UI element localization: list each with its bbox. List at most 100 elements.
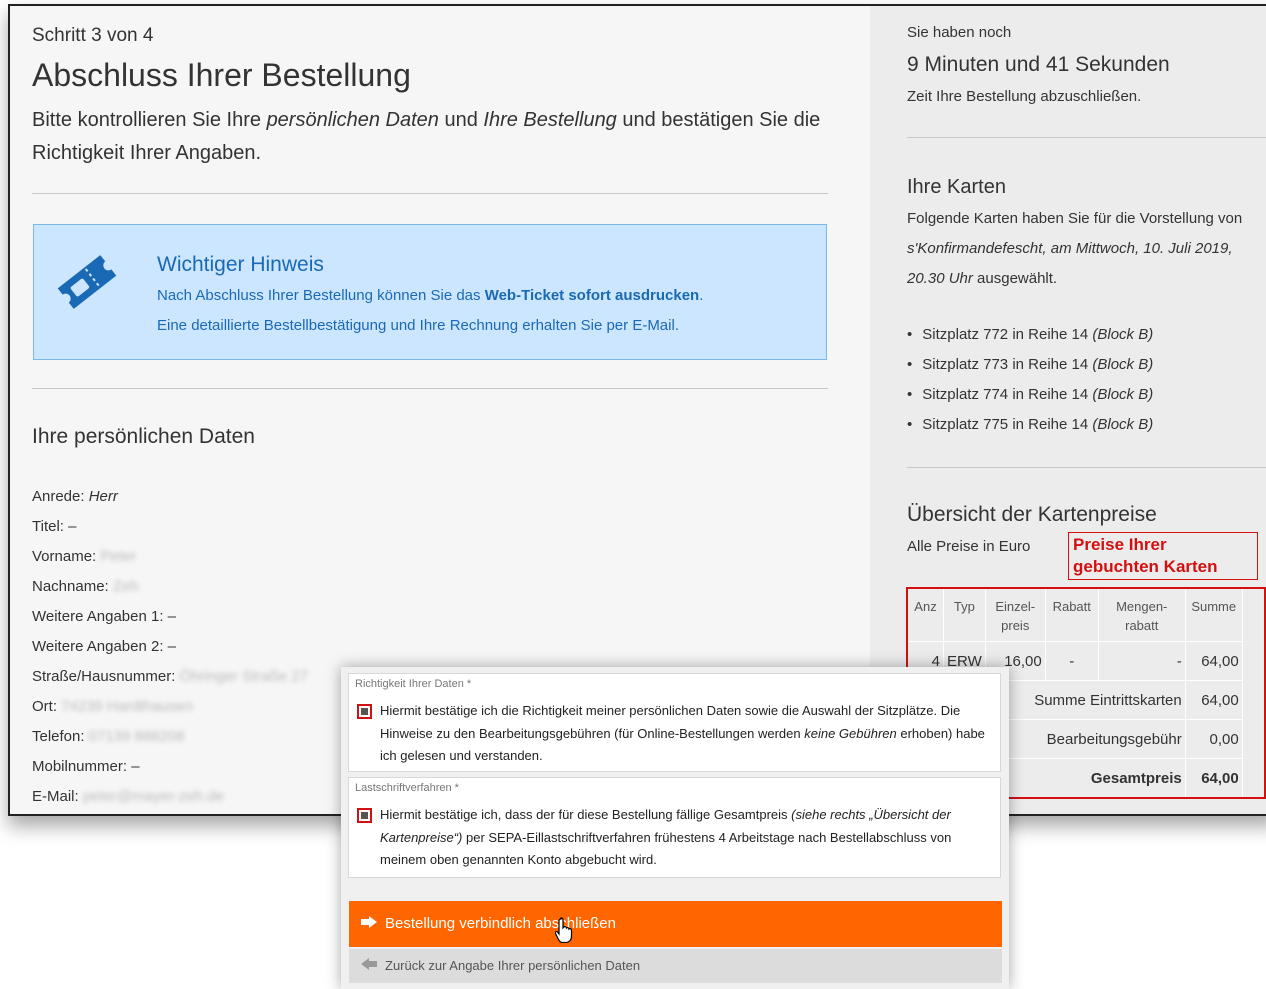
notice-line-1: Nach Abschluss Ihrer Bestellung können S…	[157, 287, 703, 304]
field-value-redacted: peter@mayer-zeh.de	[82, 788, 224, 805]
list-item: Sitzplatz 775 in Reihe 14 (Block B)	[907, 410, 1153, 440]
field-label: Ort:	[32, 698, 62, 715]
confirm-emphasis: keine Gebühren	[804, 725, 897, 741]
intro-text: Bitte kontrollieren Sie Ihre persönliche…	[32, 104, 832, 170]
summe-value: 64,00	[1185, 680, 1243, 720]
important-notice: Wichtiger Hinweis Nach Abschluss Ihrer B…	[33, 224, 827, 360]
sepa-text-part: Hiermit bestätige ich, dass der für dies…	[380, 807, 792, 822]
back-button[interactable]: Zurück zur Angabe Ihrer persönlichen Dat…	[349, 949, 1002, 983]
intro-part: Bitte kontrollieren Sie Ihre	[32, 109, 267, 131]
seat-list: Sitzplatz 772 in Reihe 14 (Block B) Sitz…	[907, 320, 1153, 440]
timer-suffix: Zeit Ihre Bestellung abzuschließen.	[907, 88, 1142, 105]
timer-prefix: Sie haben noch	[907, 24, 1012, 41]
field-label: Telefon:	[32, 728, 89, 745]
field-value-redacted: Zeh	[112, 578, 139, 595]
field-telefon: Telefon: 07139 888208	[32, 722, 308, 752]
confirm-data-heading: Richtigkeit Ihrer Daten *	[355, 678, 472, 690]
confirm-data-checkbox[interactable]	[357, 704, 372, 719]
sepa-text: Hiermit bestätige ich, dass der für dies…	[380, 804, 995, 872]
field-value: –	[167, 638, 176, 655]
field-value: –	[167, 608, 176, 625]
cards-description: Folgende Karten haben Sie für die Vorste…	[907, 204, 1259, 294]
timer-value: 9 Minuten und 41 Sekunden	[907, 53, 1170, 76]
arrow-right-icon	[361, 901, 377, 947]
col-summe: Summe	[1185, 589, 1243, 642]
submit-label: Bestellung verbindlich abschließen	[385, 915, 616, 932]
page-title: Abschluss Ihrer Bestellung	[32, 57, 411, 93]
seat-block: (Block B)	[1092, 326, 1154, 343]
divider	[32, 388, 828, 389]
notice-text: .	[699, 287, 704, 304]
seat-text: Sitzplatz 775 in Reihe 14	[922, 416, 1093, 433]
ticket-icon	[54, 251, 120, 318]
field-value-redacted: Öhringer Straße 27	[179, 668, 308, 685]
divider	[907, 137, 1266, 138]
field-titel: Titel: –	[32, 512, 308, 542]
col-anz: Anz	[908, 589, 944, 642]
cards-text: Folgende Karten haben Sie für die Vorste…	[907, 210, 1243, 227]
cell-summe: 64,00	[1185, 641, 1243, 681]
field-nachname: Nachname: Zeh	[32, 572, 308, 602]
field-mobil: Mobilnummer: –	[32, 752, 308, 782]
notice-line-2: Eine detaillierte Bestellbestätigung und…	[157, 317, 679, 334]
field-ort: Ort: 74239 Hardthausen	[32, 692, 308, 722]
price-overview-title: Übersicht der Kartenpreise	[907, 503, 1157, 526]
personal-data-fields: Anrede: Herr Titel: – Vorname: Peter Nac…	[32, 482, 308, 812]
arrow-left-icon	[361, 949, 377, 983]
field-value: –	[68, 518, 77, 535]
field-label: Anrede:	[32, 488, 89, 505]
gesamt-value: 64,00	[1185, 758, 1243, 797]
seat-text: Sitzplatz 774 in Reihe 14	[922, 386, 1093, 403]
col-einzelpreis: Einzel-preis	[985, 589, 1046, 642]
intro-emphasis: Ihre Bestellung	[483, 109, 617, 131]
confirm-data-box: Richtigkeit Ihrer Daten * Hiermit bestät…	[348, 673, 1001, 772]
field-value-redacted: Peter	[100, 548, 137, 565]
sepa-text-part: per SEPA-Eillastschriftverfahren frühest…	[380, 829, 952, 868]
seat-text: Sitzplatz 772 in Reihe 14	[922, 326, 1093, 343]
back-label: Zurück zur Angabe Ihrer persönlichen Dat…	[385, 958, 641, 973]
col-mengenrabatt: Mengen-rabatt	[1098, 589, 1186, 642]
sepa-box: Lastschriftverfahren * Hiermit bestätige…	[348, 777, 1001, 878]
notice-text: Nach Abschluss Ihrer Bestellung können S…	[157, 287, 485, 304]
intro-part: und	[438, 109, 484, 131]
personal-data-title: Ihre persönlichen Daten	[32, 425, 255, 448]
intro-emphasis: persönlichen Daten	[266, 109, 439, 131]
field-label: Titel:	[32, 518, 69, 535]
cards-text: ausgewählt.	[972, 270, 1058, 287]
field-label: Mobilnummer:	[32, 758, 132, 775]
event-name: s'Konfirmandefescht, am Mittwoch, 10. Ju…	[907, 240, 1233, 287]
price-annotation: Preise Ihrer gebuchten Karten	[1068, 532, 1258, 580]
price-currency-note: Alle Preise in Euro	[907, 538, 1031, 555]
field-value: Herr	[88, 488, 118, 505]
field-anrede: Anrede: Herr	[32, 482, 308, 512]
gebuehr-value: 0,00	[1185, 719, 1243, 759]
seat-block: (Block B)	[1092, 356, 1154, 373]
field-value-redacted: 07139 888208	[88, 728, 185, 745]
field-label: Weitere Angaben 1:	[32, 608, 168, 625]
field-strasse: Straße/Hausnummer: Öhringer Straße 27	[32, 662, 308, 692]
field-weitere-2: Weitere Angaben 2: –	[32, 632, 308, 662]
divider	[32, 193, 828, 194]
field-value: –	[131, 758, 140, 775]
field-label: Vorname:	[32, 548, 101, 565]
confirm-data-text: Hiermit bestätige ich die Richtigkeit me…	[380, 700, 995, 768]
list-item: Sitzplatz 772 in Reihe 14 (Block B)	[907, 320, 1153, 350]
field-value-redacted: 74239 Hardthausen	[61, 698, 193, 715]
table-header-row: Anz Typ Einzel-preis Rabatt Mengen-rabat…	[908, 589, 1243, 642]
col-rabatt: Rabatt	[1045, 589, 1099, 642]
field-weitere-1: Weitere Angaben 1: –	[32, 602, 308, 632]
seat-block: (Block B)	[1092, 386, 1154, 403]
seat-block: (Block B)	[1092, 416, 1154, 433]
notice-emphasis: Web-Ticket sofort ausdrucken	[484, 287, 700, 304]
divider	[907, 467, 1266, 468]
confirmation-panel: Richtigkeit Ihrer Daten * Hiermit bestät…	[341, 667, 1009, 989]
sepa-checkbox[interactable]	[357, 808, 372, 823]
cards-title: Ihre Karten	[907, 176, 1006, 198]
cell-mengenrabatt: -	[1098, 641, 1186, 681]
field-email: E-Mail: peter@mayer-zeh.de	[32, 782, 308, 812]
notice-title: Wichtiger Hinweis	[157, 253, 324, 276]
submit-order-button[interactable]: Bestellung verbindlich abschließen	[349, 901, 1002, 947]
hand-cursor-icon	[554, 917, 575, 948]
sepa-heading: Lastschriftverfahren *	[355, 782, 459, 794]
seat-text: Sitzplatz 773 in Reihe 14	[922, 356, 1093, 373]
